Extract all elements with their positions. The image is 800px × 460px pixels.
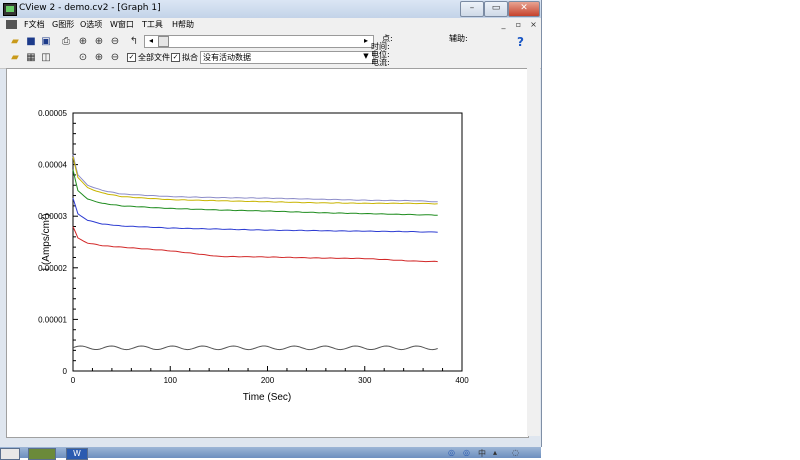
start-icon[interactable] [0, 448, 20, 460]
y-axis-label: I (Amps/cm²) [41, 213, 52, 270]
y-tick-label: 0.00004 [38, 161, 67, 170]
ime-indicator[interactable]: 中 [478, 448, 486, 459]
tray-arrow-icon[interactable]: ▴ [493, 448, 497, 457]
x-tick-label: 0 [71, 376, 76, 385]
volume-icon[interactable]: ◎ [463, 448, 470, 457]
x-tick-label: 300 [358, 376, 372, 385]
x-tick-label: 200 [261, 376, 275, 385]
desktop-background [541, 447, 800, 458]
cview-task-button[interactable] [28, 448, 56, 460]
tray-icon[interactable]: ◌ [512, 448, 519, 457]
current-time-chart: 0 100 200 300 40000.000010.000020.000030.000… [38, 109, 469, 403]
x-axis-label: Time (Sec) [243, 392, 292, 403]
network-icon[interactable]: ◎ [448, 448, 455, 457]
word-task-icon[interactable]: W [66, 448, 88, 460]
y-tick-label: 0.00001 [38, 315, 67, 324]
y-tick-label: 0.00005 [38, 109, 67, 118]
plot-frame [72, 112, 463, 372]
y-tick-label: 0 [63, 367, 68, 376]
x-tick-label: 400 [455, 376, 469, 385]
x-tick-label: 100 [164, 376, 178, 385]
